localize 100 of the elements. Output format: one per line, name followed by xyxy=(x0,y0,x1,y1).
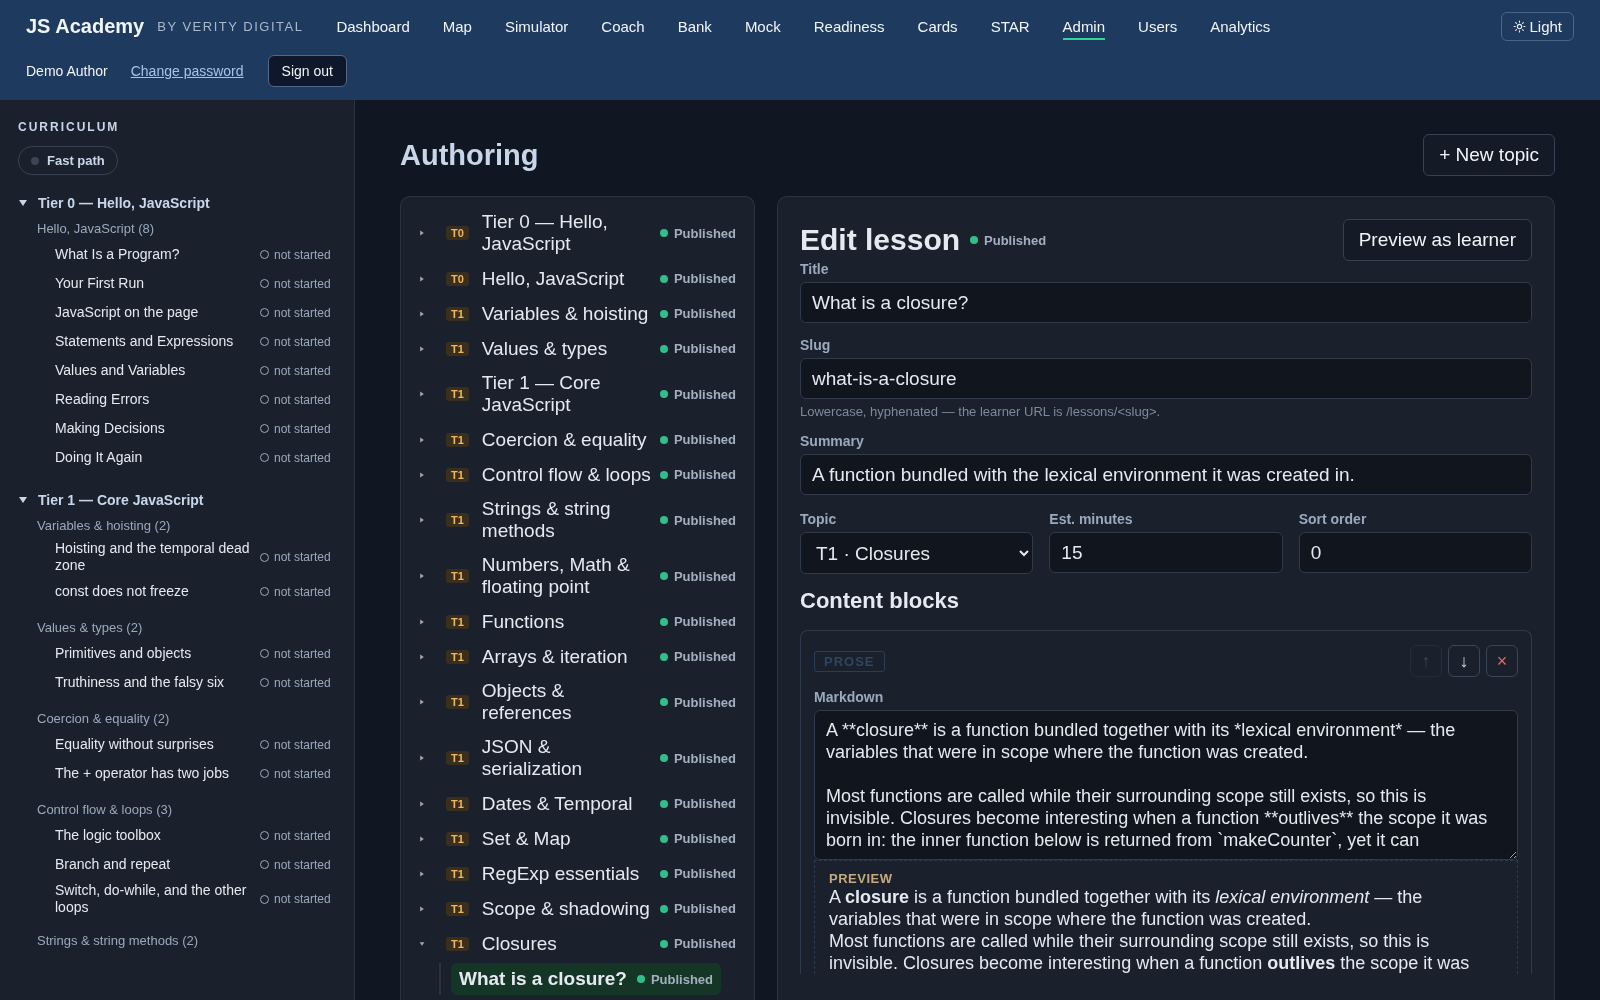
title-field[interactable]: What is a closure? xyxy=(800,282,1532,323)
topic-title[interactable]: Tier 0 — Hello, JavaScript xyxy=(481,211,652,255)
nav-link[interactable]: Coach xyxy=(601,13,645,40)
tier-tag: T0 xyxy=(446,226,469,240)
status-label: Published xyxy=(659,568,736,584)
caret-icon[interactable] xyxy=(419,699,425,705)
caret-icon[interactable] xyxy=(419,940,425,947)
caret-icon[interactable] xyxy=(419,618,425,625)
topic-title[interactable]: Variables & hoisting xyxy=(481,302,652,325)
nav-link[interactable]: Bank xyxy=(677,13,712,40)
sign-out-button[interactable]: Sign out xyxy=(267,55,347,87)
caret-icon[interactable] xyxy=(419,436,425,443)
status-label: Published xyxy=(659,306,736,321)
lesson-link[interactable]: Reading Errors xyxy=(55,391,260,408)
lesson-link[interactable]: const does not freeze xyxy=(55,583,260,600)
topic-title[interactable]: Control flow & loops xyxy=(481,463,652,486)
caret-icon[interactable] xyxy=(419,310,425,317)
caret-icon[interactable] xyxy=(419,230,425,236)
caret-icon[interactable] xyxy=(419,573,425,579)
status-dot xyxy=(659,698,668,706)
caret-icon[interactable] xyxy=(419,755,425,761)
user-name: Demo Author xyxy=(26,63,108,79)
topic-title[interactable]: Dates & Temporal xyxy=(481,792,652,815)
nav-link[interactable]: Cards xyxy=(917,13,958,40)
new-topic-button[interactable]: + New topic xyxy=(1423,134,1555,176)
lesson-link[interactable]: Values and Variables xyxy=(55,362,260,379)
move-down-button[interactable]: ↓ xyxy=(1448,645,1480,677)
sidebar-heading: CURRICULUM xyxy=(18,120,121,134)
caret-icon[interactable] xyxy=(419,471,425,478)
caret-icon[interactable] xyxy=(419,391,425,397)
status-dot xyxy=(659,939,668,948)
lesson-link[interactable]: Statements and Expressions xyxy=(55,333,260,350)
close-button[interactable]: × xyxy=(1486,645,1518,677)
caret-icon[interactable] xyxy=(419,653,425,660)
caret-icon[interactable] xyxy=(419,870,425,877)
nav-link[interactable]: Analytics xyxy=(1210,13,1271,40)
theme-button[interactable]: Light xyxy=(1501,12,1574,41)
lesson-item[interactable]: What is a closure? Published xyxy=(451,963,721,995)
lesson-link[interactable]: Your First Run xyxy=(55,275,260,292)
caret-icon[interactable] xyxy=(18,495,28,505)
lesson-link[interactable]: Doing It Again xyxy=(55,449,260,466)
slug-field[interactable]: what-is-a-closure xyxy=(800,358,1532,399)
lesson-link[interactable]: Truthiness and the falsy six xyxy=(55,674,260,691)
nav-link[interactable]: Dashboard xyxy=(336,13,410,40)
lesson-link[interactable]: JavaScript on the page xyxy=(55,304,260,321)
nav-link[interactable]: Mock xyxy=(744,13,781,40)
caret-icon[interactable] xyxy=(419,275,425,282)
sort-order-field[interactable]: 0 xyxy=(1298,532,1532,573)
preview-label: PREVIEW xyxy=(829,871,894,886)
topic-title[interactable]: RegExp essentials xyxy=(481,862,652,885)
summary-field[interactable]: A function bundled with the lexical environment it was created in. xyxy=(800,454,1532,495)
markdown-field[interactable]: A **closure** is a function bundled together with its *lexical environment* — the variables that were in scope where the function was created. Most functions are called while their surrounding scope still exists, so this is invisible. Closures become interesting when a function **outlives** the scope it was born in: the inner function below is returned from `makeCounter`, yet it can xyxy=(814,710,1518,860)
fast-path-toggle[interactable]: Fast path xyxy=(18,146,118,175)
caret-icon[interactable] xyxy=(419,905,425,912)
topic-title[interactable]: Set & Map xyxy=(481,827,652,850)
nav-link[interactable]: Readiness xyxy=(813,13,885,40)
lesson-link[interactable]: Branch and repeat xyxy=(55,856,260,873)
topic-title[interactable]: JSON & serialization xyxy=(481,736,652,780)
preview-button[interactable]: Preview as learner xyxy=(1342,219,1532,261)
nav-link[interactable]: Simulator xyxy=(504,13,569,40)
lesson-link[interactable]: Primitives and objects xyxy=(55,645,260,662)
tier-tag: T1 xyxy=(446,387,469,401)
caret-icon[interactable] xyxy=(419,345,425,352)
lesson-link[interactable]: Hoisting and the temporal dead zone xyxy=(55,540,260,574)
caret-icon[interactable] xyxy=(419,800,425,807)
lesson-status: not started xyxy=(260,646,336,661)
status-label: Published xyxy=(659,341,736,356)
topic-title[interactable]: Closures xyxy=(481,932,652,955)
topic-title[interactable]: Scope & shadowing xyxy=(481,897,652,920)
caret-icon[interactable] xyxy=(419,835,425,842)
topic-title[interactable]: Functions xyxy=(481,610,652,633)
lesson-link[interactable]: The logic toolbox xyxy=(55,827,260,844)
lesson-link[interactable]: Making Decisions xyxy=(55,420,260,437)
topic-title[interactable]: Coercion & equality xyxy=(481,428,652,451)
status-dot xyxy=(659,799,668,808)
topic-title[interactable]: Tier 1 — Core JavaScript xyxy=(481,372,652,416)
lesson-link[interactable]: Equality without surprises xyxy=(55,736,260,753)
change-password-link[interactable]: Change password xyxy=(130,63,244,79)
topic-title[interactable]: Objects & references xyxy=(481,680,652,724)
status-dot xyxy=(970,236,979,244)
tier-title[interactable]: Tier 0 — Hello, JavaScript xyxy=(38,195,210,211)
lesson-link[interactable]: Switch, do-while, and the other loops xyxy=(55,882,260,916)
nav-link[interactable]: STAR xyxy=(990,13,1030,40)
lesson-link[interactable]: What Is a Program? xyxy=(55,246,260,263)
nav-link[interactable]: Map xyxy=(442,13,472,40)
caret-icon[interactable] xyxy=(18,198,28,208)
tier-title[interactable]: Tier 1 — Core JavaScript xyxy=(38,492,204,508)
caret-icon[interactable] xyxy=(419,517,425,523)
topic-title[interactable]: Hello, JavaScript xyxy=(481,267,652,290)
topic-title[interactable]: Values & types xyxy=(481,337,652,360)
topic-title[interactable]: Strings & string methods xyxy=(481,498,652,542)
nav-link[interactable]: Admin xyxy=(1062,13,1106,40)
tier-tag: T1 xyxy=(446,341,469,356)
topic-title[interactable]: Numbers, Math & floating point xyxy=(481,554,652,598)
minutes-field[interactable]: 15 xyxy=(1049,532,1283,573)
lesson-link[interactable]: The + operator has two jobs xyxy=(55,765,260,782)
nav-link[interactable]: Users xyxy=(1138,13,1178,40)
topic-title[interactable]: Arrays & iteration xyxy=(481,645,652,668)
topic-select[interactable]: T1 · Closures xyxy=(800,532,1034,574)
tier-tag: T1 xyxy=(446,614,469,629)
